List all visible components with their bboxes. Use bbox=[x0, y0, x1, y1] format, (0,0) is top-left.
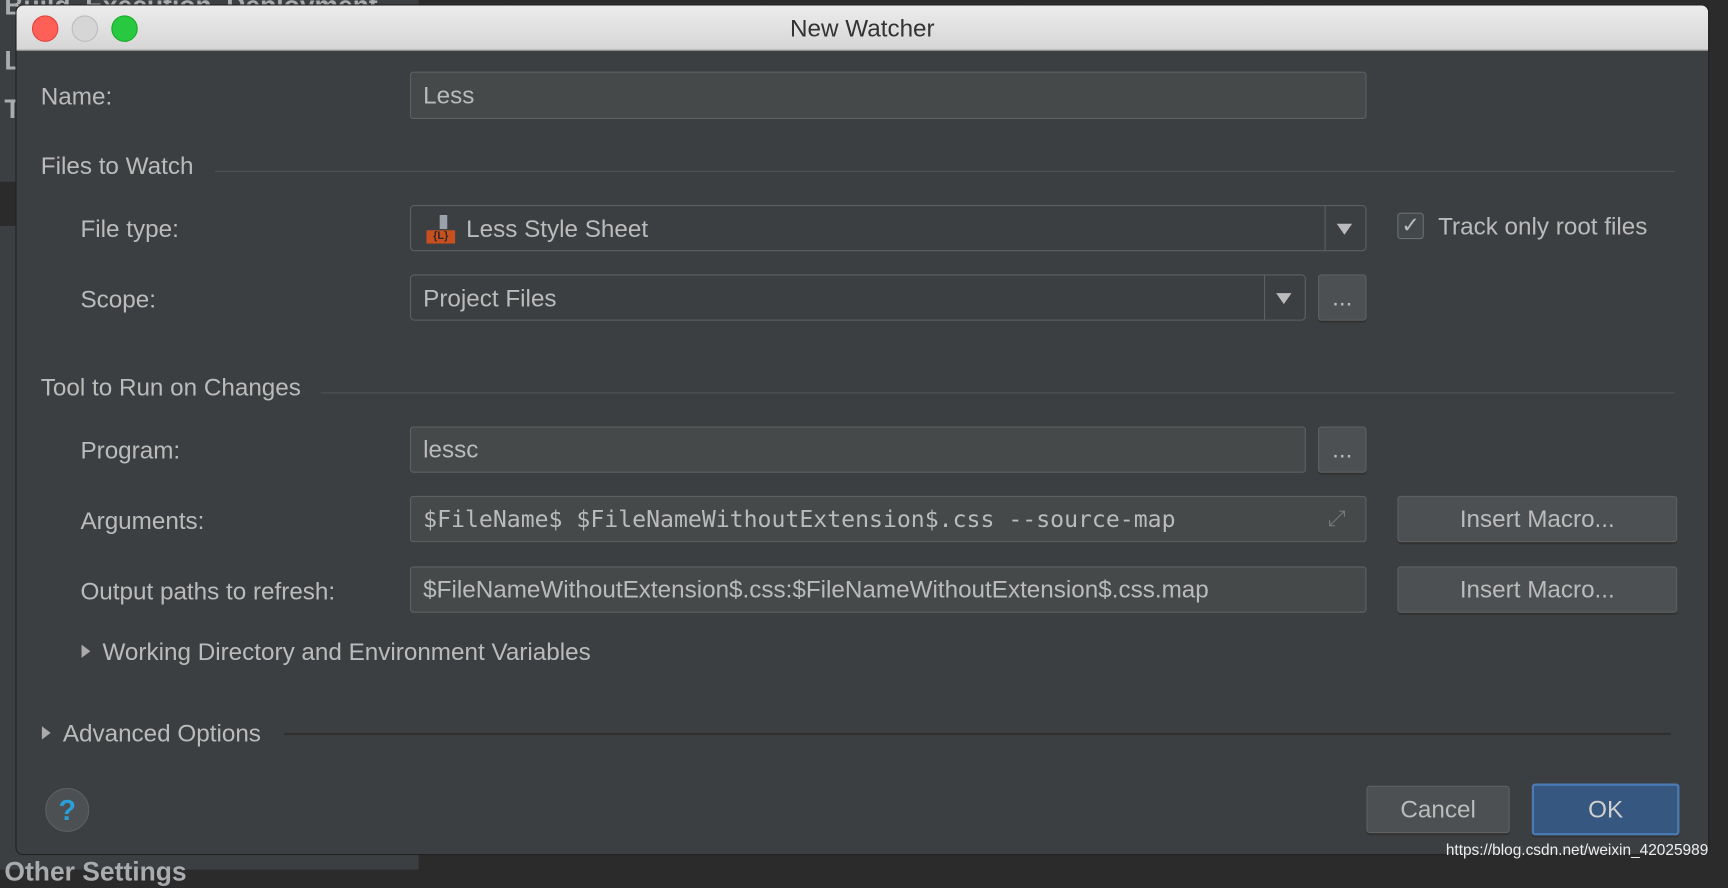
help-button[interactable]: ? bbox=[45, 787, 90, 833]
track-root-label[interactable]: Track only root files bbox=[1438, 213, 1647, 242]
files-to-watch-heading: Files to Watch bbox=[40, 152, 194, 180]
arguments-input[interactable]: $FileName$ $FileNameWithoutExtension$.cs… bbox=[409, 495, 1367, 543]
arguments-label: Arguments: bbox=[80, 506, 205, 535]
less-file-icon: {L} bbox=[426, 214, 456, 244]
name-label: Name: bbox=[40, 82, 113, 111]
file-type-dropdown[interactable]: {L} Less Style Sheet bbox=[409, 204, 1367, 252]
output-paths-input[interactable]: $FileNameWithoutExtension$.css:$FileName… bbox=[409, 566, 1367, 613]
scope-value: Project Files bbox=[423, 284, 557, 312]
track-root-checkbox[interactable]: ✓ bbox=[1397, 212, 1424, 240]
program-label: Program: bbox=[80, 436, 181, 464]
watermark: https://blog.csdn.net/weixin_42025989 bbox=[1445, 840, 1709, 859]
tool-heading: Tool to Run on Changes bbox=[40, 373, 301, 402]
expand-arrow-icon[interactable] bbox=[81, 644, 91, 658]
scope-dropdown[interactable]: Project Files bbox=[409, 274, 1306, 321]
expand-arrow-icon[interactable] bbox=[41, 726, 51, 740]
new-watcher-dialog: New Watcher Name: Less Files to Watch Fi… bbox=[16, 5, 1709, 855]
program-browse-button[interactable]: ... bbox=[1317, 426, 1367, 473]
working-directory-toggle[interactable]: Working Directory and Environment Variab… bbox=[102, 638, 590, 667]
settings-item[interactable]: Other Settings bbox=[4, 857, 186, 888]
program-input[interactable]: lessc bbox=[409, 426, 1306, 473]
dialog-title: New Watcher bbox=[790, 14, 935, 42]
scope-label: Scope: bbox=[80, 285, 156, 313]
chevron-down-icon[interactable] bbox=[1276, 293, 1292, 305]
insert-macro-button[interactable]: Insert Macro... bbox=[1397, 566, 1678, 613]
expand-icon[interactable]: ⤢ bbox=[1328, 507, 1346, 532]
chevron-down-icon[interactable] bbox=[1336, 223, 1353, 235]
cancel-button[interactable]: Cancel bbox=[1366, 785, 1510, 834]
selected-row bbox=[0, 181, 17, 226]
scope-browse-button[interactable]: ... bbox=[1317, 274, 1367, 321]
file-type-label: File type: bbox=[80, 214, 179, 243]
divider bbox=[284, 732, 1671, 736]
divider bbox=[320, 392, 1676, 394]
file-type-value: Less Style Sheet bbox=[466, 214, 649, 243]
divider bbox=[214, 170, 1676, 172]
advanced-options-toggle[interactable]: Advanced Options bbox=[63, 720, 261, 749]
output-paths-label: Output paths to refresh: bbox=[80, 577, 336, 605]
name-input[interactable]: Less bbox=[409, 71, 1367, 120]
title-bar[interactable]: New Watcher bbox=[16, 5, 1709, 51]
insert-macro-button[interactable]: Insert Macro... bbox=[1397, 495, 1678, 543]
ok-button[interactable]: OK bbox=[1531, 783, 1680, 836]
